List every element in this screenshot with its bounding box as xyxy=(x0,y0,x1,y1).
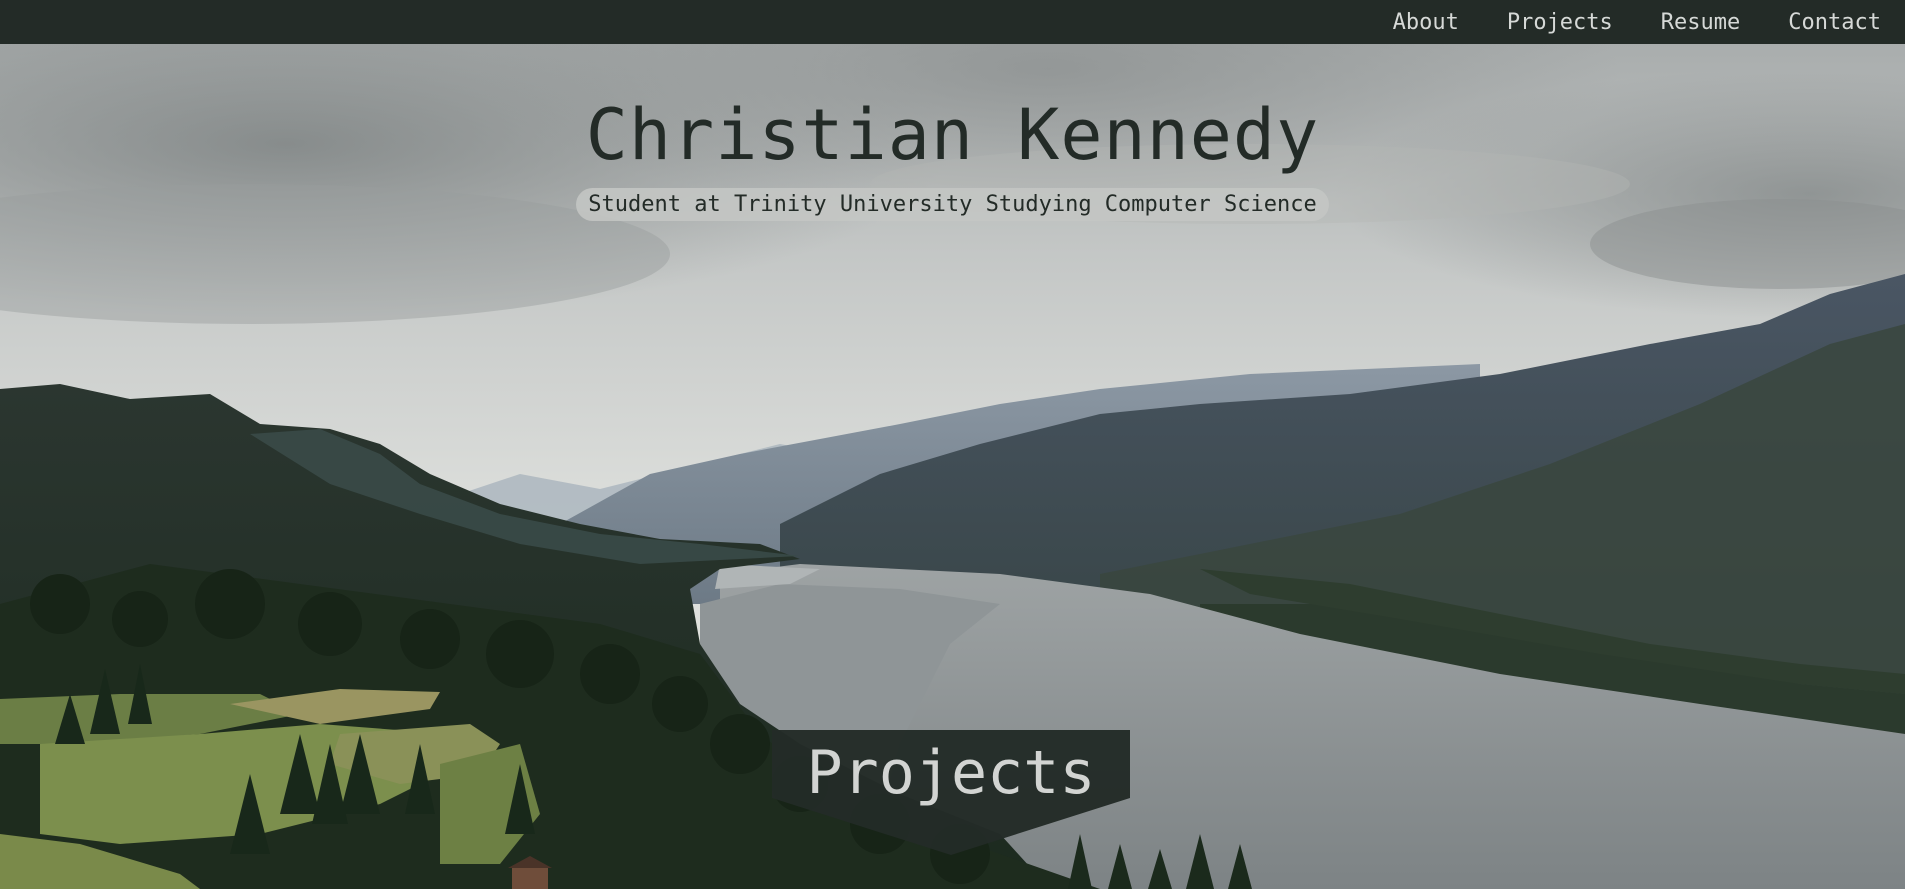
page: About Projects Resume Contact Christian … xyxy=(0,0,1905,889)
nav-link-about[interactable]: About xyxy=(1393,10,1459,35)
projects-section-banner[interactable]: Projects xyxy=(772,730,1130,855)
nav-link-resume[interactable]: Resume xyxy=(1661,10,1740,35)
top-navbar: About Projects Resume Contact xyxy=(0,0,1905,44)
projects-section-label: Projects xyxy=(806,738,1096,808)
subtitle-wrapper: Student at Trinity University Studying C… xyxy=(0,188,1905,221)
page-subtitle: Student at Trinity University Studying C… xyxy=(576,188,1329,221)
nav-links: About Projects Resume Contact xyxy=(1345,0,1881,44)
nav-link-contact[interactable]: Contact xyxy=(1788,10,1881,35)
nav-link-projects[interactable]: Projects xyxy=(1507,10,1613,35)
page-title: Christian Kennedy xyxy=(585,94,1320,176)
